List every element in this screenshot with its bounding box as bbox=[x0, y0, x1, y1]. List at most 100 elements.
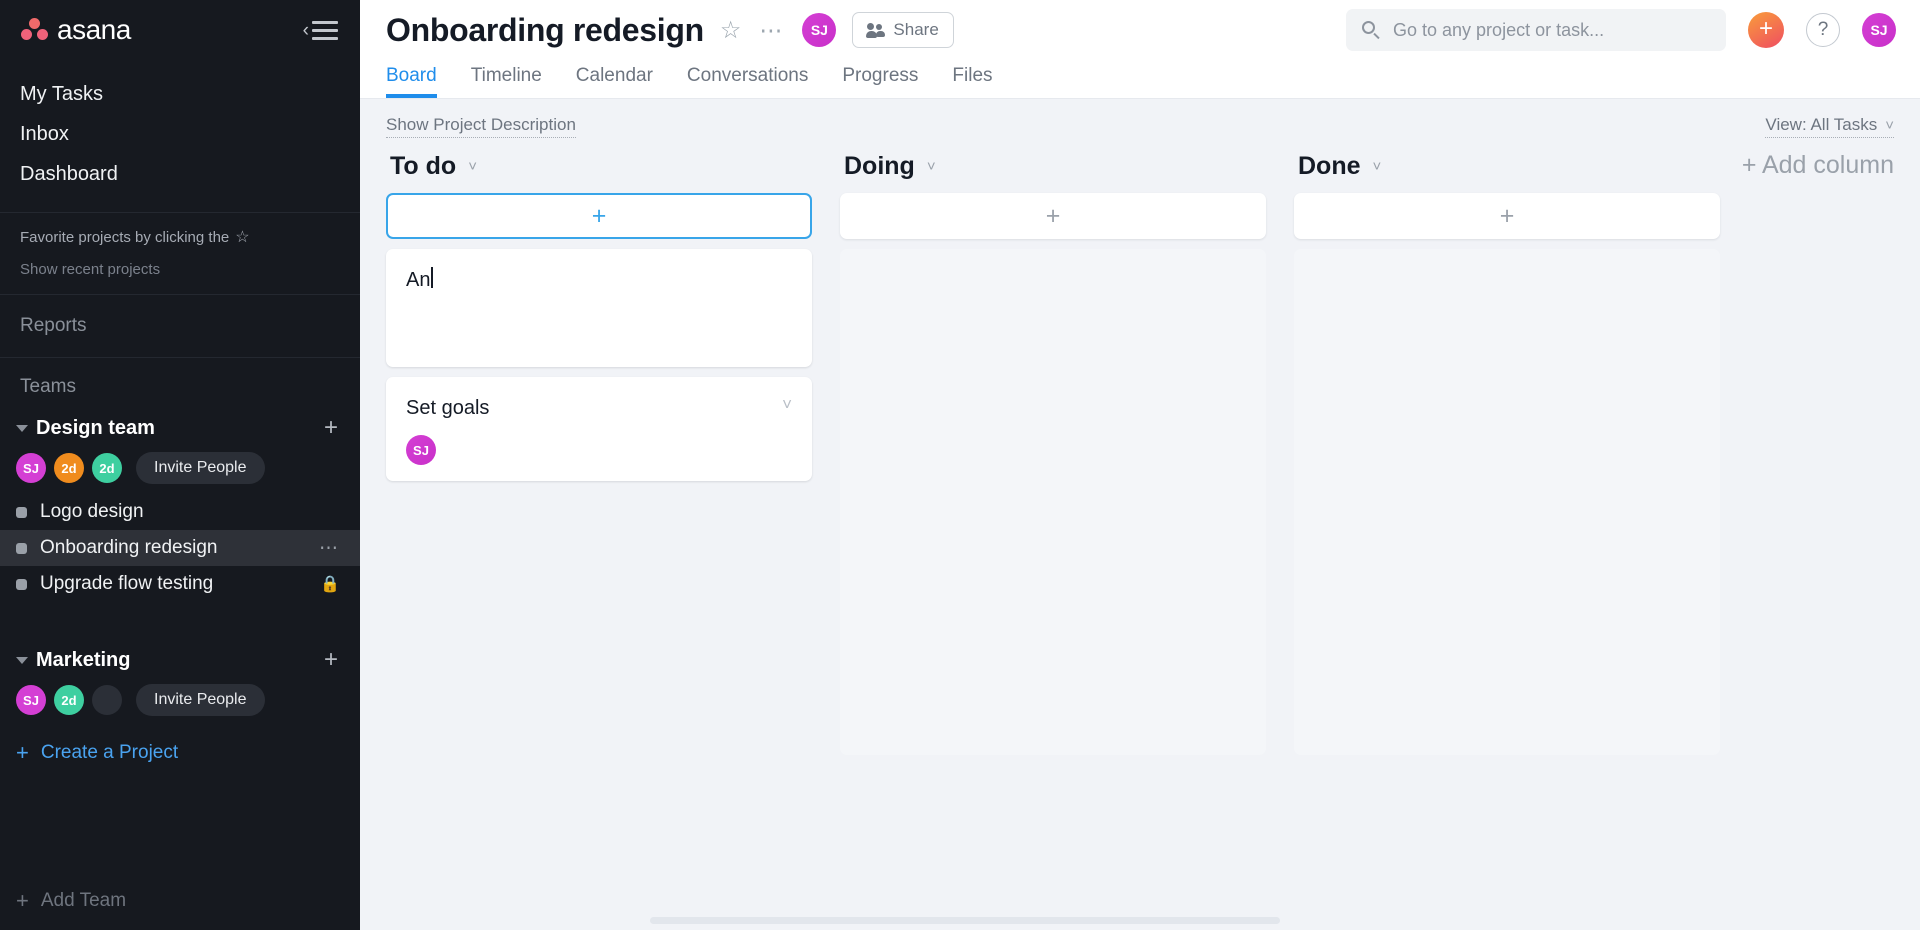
project-dot-icon bbox=[16, 506, 27, 518]
avatar-empty-slot[interactable] bbox=[92, 685, 122, 715]
add-team-button[interactable]: + Add Team bbox=[0, 890, 360, 912]
sidebar-item-dashboard[interactable]: Dashboard bbox=[0, 154, 360, 194]
column-title: Doing bbox=[844, 152, 915, 180]
chevron-down-icon[interactable]: ˅ bbox=[468, 159, 477, 174]
quick-add-button[interactable]: + bbox=[1748, 12, 1784, 48]
team-members-design-team: SJ 2d 2d Invite People bbox=[0, 444, 360, 494]
star-outline-icon: ☆ bbox=[235, 229, 250, 246]
column-dropzone[interactable] bbox=[840, 249, 1266, 755]
project-name-label: Upgrade flow testing bbox=[40, 573, 214, 594]
team-members-marketing: SJ 2d Invite People bbox=[0, 676, 360, 726]
board-column-to-do: To do ˅ + An Set goals ˅ SJ bbox=[386, 152, 812, 481]
sidebar-item-inbox[interactable]: Inbox bbox=[0, 114, 360, 154]
tab-progress[interactable]: Progress bbox=[842, 66, 918, 98]
sidebar-item-reports[interactable]: Reports bbox=[0, 295, 360, 357]
create-a-project-button[interactable]: + Create a Project bbox=[0, 726, 360, 774]
top-bar-right: Go to any project or task... + ? SJ bbox=[1346, 9, 1896, 51]
task-card-row: An bbox=[406, 267, 792, 293]
avatar[interactable]: SJ bbox=[16, 685, 46, 715]
team-name-label: Marketing bbox=[36, 648, 131, 671]
chevron-down-icon[interactable]: ˅ bbox=[927, 159, 936, 174]
favorite-projects-hint: Favorite projects by clicking the ☆ bbox=[0, 213, 360, 257]
sidebar-item-my-tasks[interactable]: My Tasks bbox=[0, 74, 360, 114]
column-header[interactable]: Doing ˅ bbox=[840, 152, 1266, 193]
project-name-label: Onboarding redesign bbox=[40, 537, 218, 558]
caret-down-icon bbox=[16, 656, 28, 664]
invite-people-button[interactable]: Invite People bbox=[136, 684, 265, 716]
search-input[interactable]: Go to any project or task... bbox=[1346, 9, 1726, 51]
plus-icon: + bbox=[16, 888, 29, 913]
add-task-button[interactable]: + bbox=[840, 193, 1266, 239]
user-avatar[interactable]: SJ bbox=[1862, 13, 1896, 47]
tab-conversations[interactable]: Conversations bbox=[687, 66, 808, 98]
task-title-input[interactable]: An bbox=[406, 267, 430, 293]
sidebar-project-logo-design[interactable]: Logo design bbox=[0, 494, 360, 530]
hamburger-menu-icon bbox=[312, 20, 338, 40]
project-dot-icon bbox=[16, 578, 27, 590]
project-more-options-icon[interactable]: ⋯ bbox=[319, 539, 340, 558]
search-placeholder: Go to any project or task... bbox=[1393, 19, 1605, 40]
top-bar: Onboarding redesign ☆ ⋯ SJ Share Go to a… bbox=[360, 0, 1920, 60]
lock-icon: 🔒 bbox=[320, 576, 340, 593]
board-toolbar: Show Project Description View: All Tasks… bbox=[360, 99, 1920, 138]
sidebar-project-onboarding-redesign[interactable]: Onboarding redesign ⋯ bbox=[0, 530, 360, 566]
team-header-design-team[interactable]: Design team + bbox=[0, 412, 360, 444]
board-columns: To do ˅ + An Set goals ˅ SJ Doing ˅ + Do… bbox=[360, 138, 1920, 755]
task-title: Set goals bbox=[406, 397, 490, 419]
people-icon bbox=[866, 23, 886, 38]
project-name-label: Logo design bbox=[40, 501, 144, 522]
view-filter-label: View: All Tasks bbox=[1765, 115, 1878, 134]
view-filter-dropdown[interactable]: View: All Tasks ˅ bbox=[1765, 115, 1894, 138]
avatar[interactable]: 2d bbox=[54, 453, 84, 483]
show-recent-projects-link[interactable]: Show recent projects bbox=[0, 257, 360, 294]
help-button[interactable]: ? bbox=[1806, 13, 1840, 47]
text-cursor bbox=[431, 267, 433, 288]
add-task-button[interactable]: + bbox=[1294, 193, 1720, 239]
column-header[interactable]: To do ˅ bbox=[386, 152, 812, 193]
avatar[interactable]: 2d bbox=[54, 685, 84, 715]
board-column-done: Done ˅ + bbox=[1294, 152, 1720, 755]
asana-app-window: asana ‹ My Tasks Inbox Dashboard Favorit… bbox=[0, 0, 1920, 930]
chevron-down-icon[interactable]: ˅ bbox=[1373, 159, 1382, 174]
column-header[interactable]: Done ˅ bbox=[1294, 152, 1720, 193]
add-task-button[interactable]: + bbox=[386, 193, 812, 239]
favorite-star-icon[interactable]: ☆ bbox=[720, 16, 742, 45]
avatar[interactable]: SJ bbox=[406, 435, 436, 465]
project-more-options-icon[interactable]: ⋯ bbox=[759, 18, 784, 42]
share-button[interactable]: Share bbox=[852, 12, 954, 48]
team-header-marketing[interactable]: Marketing + bbox=[0, 644, 360, 676]
caret-down-icon bbox=[16, 424, 28, 432]
tab-board[interactable]: Board bbox=[386, 66, 437, 98]
collapse-sidebar-button[interactable]: ‹ bbox=[303, 20, 338, 40]
add-to-team-icon[interactable]: + bbox=[324, 416, 338, 440]
teams-section-label: Teams bbox=[20, 376, 76, 397]
sidebar-project-upgrade-flow-testing[interactable]: Upgrade flow testing 🔒 bbox=[0, 566, 360, 602]
task-card[interactable]: Set goals ˅ SJ bbox=[386, 377, 812, 481]
show-project-description-link[interactable]: Show Project Description bbox=[386, 115, 576, 138]
add-column-button[interactable]: + Add column bbox=[1742, 151, 1894, 180]
project-dot-icon bbox=[16, 542, 27, 554]
add-to-team-icon[interactable]: + bbox=[324, 648, 338, 672]
asana-wordmark: asana bbox=[57, 14, 131, 45]
board-column-doing: Doing ˅ + bbox=[840, 152, 1266, 755]
tab-files[interactable]: Files bbox=[952, 66, 992, 98]
task-card-composing[interactable]: An bbox=[386, 249, 812, 367]
tab-timeline[interactable]: Timeline bbox=[471, 66, 542, 98]
add-team-label: Add Team bbox=[40, 890, 127, 911]
board-area: Show Project Description View: All Tasks… bbox=[360, 98, 1920, 930]
sidebar: asana ‹ My Tasks Inbox Dashboard Favorit… bbox=[0, 0, 360, 930]
main-content: Onboarding redesign ☆ ⋯ SJ Share Go to a… bbox=[360, 0, 1920, 930]
invite-people-button[interactable]: Invite People bbox=[136, 452, 265, 484]
horizontal-scrollbar[interactable] bbox=[650, 917, 1280, 924]
avatar[interactable]: SJ bbox=[16, 453, 46, 483]
chevron-down-icon[interactable]: ˅ bbox=[782, 395, 792, 415]
avatar[interactable]: 2d bbox=[92, 453, 122, 483]
project-tabs: Board Timeline Calendar Conversations Pr… bbox=[360, 60, 1920, 98]
asana-logo-dots-icon bbox=[20, 17, 50, 43]
column-dropzone[interactable] bbox=[1294, 249, 1720, 755]
tab-calendar[interactable]: Calendar bbox=[576, 66, 653, 98]
project-owner-avatar[interactable]: SJ bbox=[802, 13, 837, 47]
task-assignee[interactable]: SJ bbox=[406, 435, 792, 465]
sidebar-header: asana ‹ bbox=[0, 0, 360, 60]
asana-logo[interactable]: asana bbox=[20, 16, 131, 44]
